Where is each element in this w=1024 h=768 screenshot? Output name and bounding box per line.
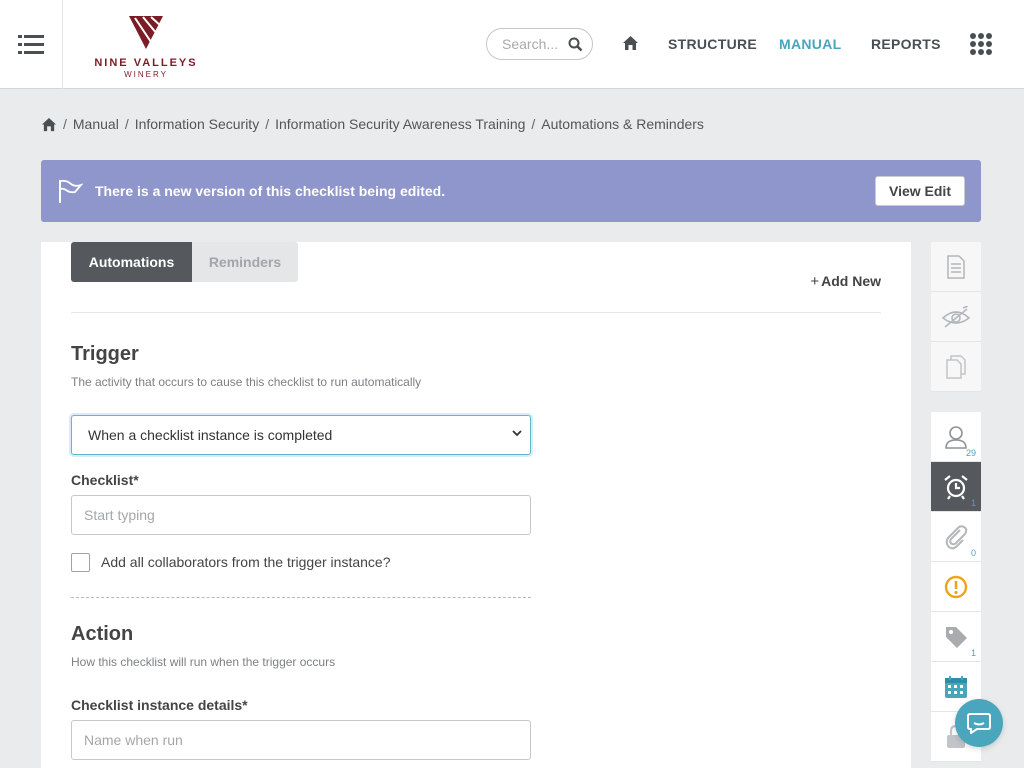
nav-reports[interactable]: REPORTS [871, 36, 941, 52]
sidebar-automations-button[interactable]: 1 [931, 462, 981, 512]
trigger-select[interactable]: When a checklist instance is completed [71, 415, 531, 455]
company-logo[interactable]: NINE VALLEYS WINERY [90, 12, 202, 80]
attachments-count: 0 [970, 548, 976, 558]
add-collaborators-checkbox[interactable] [71, 553, 90, 572]
copy-icon [946, 354, 966, 379]
action-description: How this checklist will run when the tri… [71, 655, 336, 669]
tags-count: 1 [970, 648, 976, 658]
edit-version-banner: There is a new version of this checklist… [41, 160, 981, 222]
view-edit-button[interactable]: View Edit [875, 176, 965, 206]
tab-reminders[interactable]: Reminders [192, 242, 298, 282]
alarm-count: 1 [970, 498, 976, 508]
search-box[interactable] [486, 28, 593, 60]
add-new-label: Add New [821, 273, 881, 289]
sidebar-users-button[interactable]: 29 [931, 412, 981, 462]
sidebar-issues-button[interactable] [931, 562, 981, 612]
calendar-icon [945, 675, 967, 698]
action-title: Action [71, 623, 134, 645]
checklist-input[interactable] [71, 495, 531, 535]
breadcrumb-item-manual[interactable]: Manual [73, 116, 119, 132]
tab-automations[interactable]: Automations [71, 242, 192, 282]
user-icon [945, 425, 967, 449]
users-count: 29 [965, 448, 976, 458]
eye-edit-icon [941, 305, 971, 328]
sidebar-view-group [931, 242, 981, 392]
paperclip-icon [945, 524, 968, 549]
breadcrumb-item-awareness-training[interactable]: Information Security Awareness Training [275, 116, 525, 132]
instance-name-input[interactable] [71, 720, 531, 760]
nav-manual[interactable]: MANUAL [779, 36, 841, 52]
search-input[interactable] [502, 36, 560, 52]
sidebar-copy-button[interactable] [931, 342, 981, 392]
list-menu-icon [18, 34, 44, 54]
instance-details-label: Checklist instance details* [71, 697, 248, 713]
trigger-description: The activity that occurs to cause this c… [71, 375, 422, 389]
add-collaborators-label[interactable]: Add all collaborators from the trigger i… [101, 554, 390, 570]
trigger-title: Trigger [71, 343, 139, 365]
plus-icon: + [810, 273, 820, 290]
flag-icon [59, 179, 83, 203]
sidebar-tags-button[interactable]: 1 [931, 612, 981, 662]
chevron-down-icon [512, 430, 522, 437]
apps-grid-icon[interactable] [970, 33, 992, 55]
sidebar-document-button[interactable] [931, 242, 981, 292]
breadcrumb-item-information-security[interactable]: Information Security [135, 116, 260, 132]
search-icon[interactable] [568, 37, 583, 52]
tab-bar: Automations Reminders [71, 242, 298, 282]
home-icon[interactable] [622, 35, 639, 51]
tag-icon [946, 626, 967, 648]
section-divider [71, 597, 531, 598]
alarm-clock-icon [944, 474, 968, 500]
banner-message: There is a new version of this checklist… [95, 183, 446, 199]
logo-brand-name: NINE VALLEYS [94, 57, 198, 69]
checklist-label: Checklist* [71, 472, 139, 488]
divider [71, 312, 881, 313]
warning-circle-icon [944, 575, 968, 598]
document-icon [947, 254, 965, 279]
automations-panel: Automations Reminders + Add New Trigger T… [41, 242, 911, 768]
add-new-button[interactable]: + Add New [810, 273, 881, 290]
breadcrumb-home-icon[interactable] [41, 117, 57, 132]
sidebar-attachments-button[interactable]: 0 [931, 512, 981, 562]
top-bar: NINE VALLEYS WINERY STRUCTURE MANUAL REP… [0, 0, 1024, 89]
logo-brand-sub: WINERY [124, 70, 168, 79]
breadcrumb: / Manual / Information Security / Inform… [41, 116, 704, 132]
trigger-select-value: When a checklist instance is completed [88, 427, 333, 443]
support-chat-button[interactable] [955, 699, 1003, 747]
sidebar-preview-button[interactable] [931, 292, 981, 342]
menu-toggle-button[interactable] [0, 0, 63, 89]
vineyard-logo-icon [129, 16, 163, 49]
chat-bubble-icon [967, 713, 991, 734]
nav-structure[interactable]: STRUCTURE [668, 36, 757, 52]
breadcrumb-item-automations-reminders: Automations & Reminders [541, 116, 704, 132]
